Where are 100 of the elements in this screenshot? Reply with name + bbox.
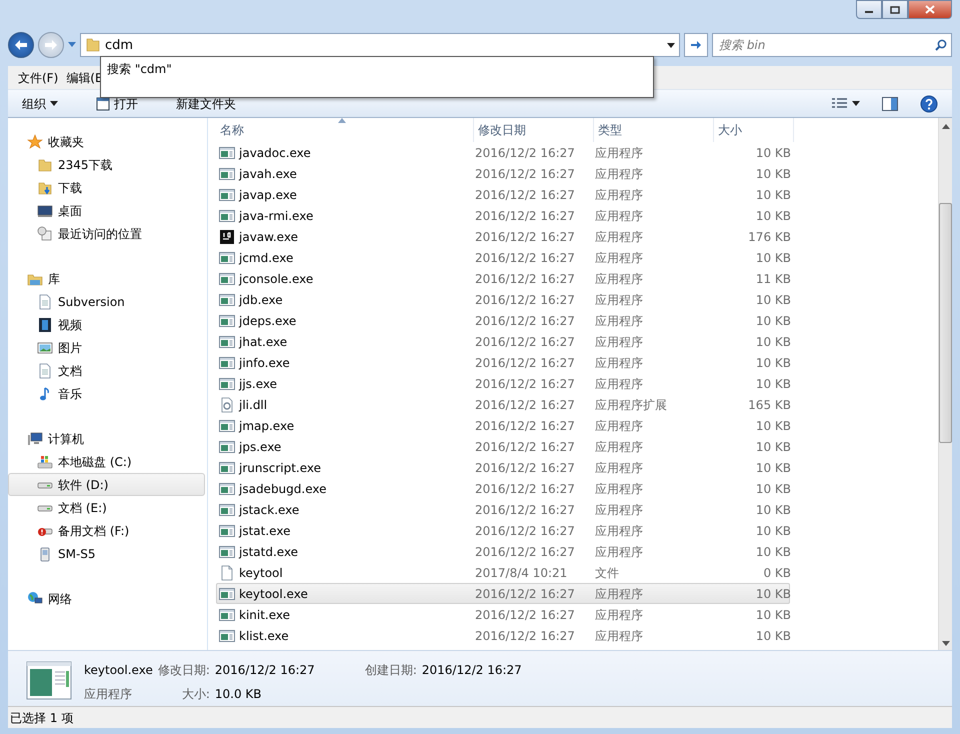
file-row[interactable]: jhat.exe 2016/12/2 16:27 应用程序 10 KB [216, 331, 790, 352]
file-type: 应用程序 [595, 250, 643, 264]
sidebar-item[interactable]: Subversion [8, 290, 205, 313]
sidebar-item[interactable]: 收藏夹 [8, 130, 205, 153]
sidebar-item[interactable]: 网络 [8, 587, 205, 610]
file-row[interactable]: jli.dll 2016/12/2 16:27 应用程序扩展 165 KB [216, 394, 790, 415]
file-name: jinfo.exe [239, 354, 290, 372]
sidebar-item[interactable]: SM-S5 [8, 542, 205, 565]
application-window-icon [219, 144, 235, 160]
file-name: jmap.exe [239, 418, 294, 434]
sidebar-item[interactable]: 库 [8, 267, 205, 290]
file-name: javadoc.exe [239, 144, 311, 162]
vertical-scrollbar[interactable] [938, 118, 952, 650]
field-label: 修改日期: [158, 662, 210, 679]
monitor-icon [37, 202, 53, 218]
file-row[interactable]: jstack.exe 2016/12/2 16:27 应用程序 10 KB [216, 499, 790, 520]
application-window-icon [219, 354, 235, 370]
file-size: 0 KB [763, 566, 791, 580]
address-field[interactable]: cdm [80, 33, 680, 57]
sidebar-item[interactable]: 备用文档 (F:) [8, 519, 205, 542]
file-row[interactable]: keytool.exe 2016/12/2 16:27 应用程序 10 KB [216, 583, 790, 604]
file-row[interactable]: javadoc.exe 2016/12/2 16:27 应用程序 10 KB [216, 142, 790, 163]
sidebar-item[interactable]: 文档 [8, 359, 205, 382]
sidebar-item[interactable]: 桌面 [8, 199, 205, 222]
file-row[interactable]: keytool 2017/8/4 10:21 文件 0 KB [216, 562, 790, 583]
file-row[interactable]: javah.exe 2016/12/2 16:27 应用程序 10 KB [216, 163, 790, 184]
menu-item[interactable]: 文件(F) [18, 68, 58, 86]
caret-icon [50, 101, 58, 106]
file-date: 2016/12/2 16:27 [475, 482, 575, 496]
file-size: 10 KB [756, 314, 791, 328]
file-date: 2016/12/2 16:27 [475, 230, 575, 244]
sidebar-item[interactable]: 下载 [8, 176, 205, 199]
file-row[interactable]: javap.exe 2016/12/2 16:27 应用程序 10 KB [216, 184, 790, 205]
file-size: 176 KB [748, 230, 791, 244]
blank-file-icon [219, 564, 235, 580]
file-row[interactable]: jcmd.exe 2016/12/2 16:27 应用程序 10 KB [216, 247, 790, 268]
file-row[interactable]: jinfo.exe 2016/12/2 16:27 应用程序 10 KB [216, 352, 790, 373]
file-type: 应用程序 [595, 628, 643, 642]
file-row[interactable]: jjs.exe 2016/12/2 16:27 应用程序 10 KB [216, 373, 790, 394]
status-text: 已选择 1 项 [10, 710, 74, 726]
toolbar-button[interactable]: 组织 [18, 92, 62, 114]
right-arrow-icon [44, 39, 58, 51]
file-row[interactable]: jstat.exe 2016/12/2 16:27 应用程序 10 KB [216, 520, 790, 541]
dropdown-arrow-icon[interactable] [667, 43, 675, 48]
file-date: 2016/12/2 16:27 [475, 334, 575, 348]
file-row[interactable]: jconsole.exe 2016/12/2 16:27 应用程序 11 KB [216, 268, 790, 289]
minimize-button[interactable] [856, 0, 882, 19]
search-icon[interactable] [935, 39, 947, 51]
back-button[interactable] [8, 32, 34, 58]
file-row[interactable]: jmap.exe 2016/12/2 16:27 应用程序 10 KB [216, 415, 790, 436]
sidebar-item[interactable]: 文档 (E:) [8, 496, 205, 519]
scrollbar-thumb[interactable] [939, 203, 952, 443]
file-type: 应用程序 [595, 208, 643, 222]
file-name: klist.exe [239, 628, 289, 644]
sidebar-item[interactable]: 最近访问的位置 [8, 222, 205, 245]
file-row[interactable]: kinit.exe 2016/12/2 16:27 应用程序 10 KB [216, 604, 790, 625]
sidebar-item[interactable]: 2345下载 [8, 153, 205, 176]
file-type: 应用程序 [595, 146, 643, 160]
sidebar-item[interactable]: 视频 [8, 313, 205, 336]
sidebar-item[interactable]: 计算机 [8, 427, 205, 450]
column-header[interactable]: 类型 [594, 118, 714, 142]
forward-button[interactable] [38, 32, 64, 58]
file-date: 2016/12/2 16:27 [475, 398, 575, 412]
file-row[interactable]: jsadebugd.exe 2016/12/2 16:27 应用程序 10 KB [216, 478, 790, 499]
sidebar-item[interactable]: 软件 (D:) [8, 473, 205, 496]
file-size: 10 KB [756, 376, 791, 390]
file-row[interactable]: jdeps.exe 2016/12/2 16:27 应用程序 10 KB [216, 310, 790, 331]
file-name: javaw.exe [239, 228, 298, 246]
window-icon [96, 96, 110, 110]
file-size: 10 KB [756, 460, 791, 474]
file-row[interactable]: java-rmi.exe 2016/12/2 16:27 应用程序 10 KB [216, 205, 790, 226]
application-window-icon [219, 334, 235, 350]
file-date: 2016/12/2 16:27 [475, 608, 575, 622]
field-label: 创建日期: [364, 662, 417, 679]
network-icon [27, 590, 43, 606]
file-name: jstatd.exe [239, 544, 298, 560]
suggestion-menu[interactable]: 搜索 "cdm" [100, 56, 654, 98]
search-field[interactable]: 搜索 bin [712, 33, 952, 57]
maximize-button[interactable] [882, 0, 908, 19]
film-icon [37, 316, 53, 332]
sidebar-item[interactable]: 本地磁盘 (C:) [8, 450, 205, 473]
close-button[interactable] [908, 0, 952, 19]
file-row[interactable]: jdb.exe 2016/12/2 16:27 应用程序 10 KB [216, 289, 790, 310]
go-button[interactable] [684, 33, 708, 57]
application-window-icon [219, 312, 235, 328]
column-header[interactable]: 大小 [714, 118, 794, 142]
file-size: 10 KB [756, 356, 791, 370]
file-row[interactable]: jrunscript.exe 2016/12/2 16:27 应用程序 10 KB [216, 457, 790, 478]
file-date: 2016/12/2 16:27 [475, 356, 575, 370]
file-row[interactable]: jstatd.exe 2016/12/2 16:27 应用程序 10 KB [216, 541, 790, 562]
file-row[interactable]: klist.exe 2016/12/2 16:27 应用程序 10 KB [216, 625, 790, 646]
sidebar-item[interactable]: 音乐 [8, 382, 205, 405]
column-header[interactable]: 修改日期 [474, 118, 594, 142]
file-name: jcmd.exe [239, 250, 294, 266]
file-row[interactable]: javaw.exe 2016/12/2 16:27 应用程序 176 KB [216, 226, 790, 247]
file-date: 2017/8/4 10:21 [475, 566, 568, 580]
file-name: javah.exe [239, 166, 297, 182]
sidebar-item[interactable]: 图片 [8, 336, 205, 359]
file-row[interactable]: jps.exe 2016/12/2 16:27 应用程序 10 KB [216, 436, 790, 457]
document-icon [37, 294, 53, 310]
